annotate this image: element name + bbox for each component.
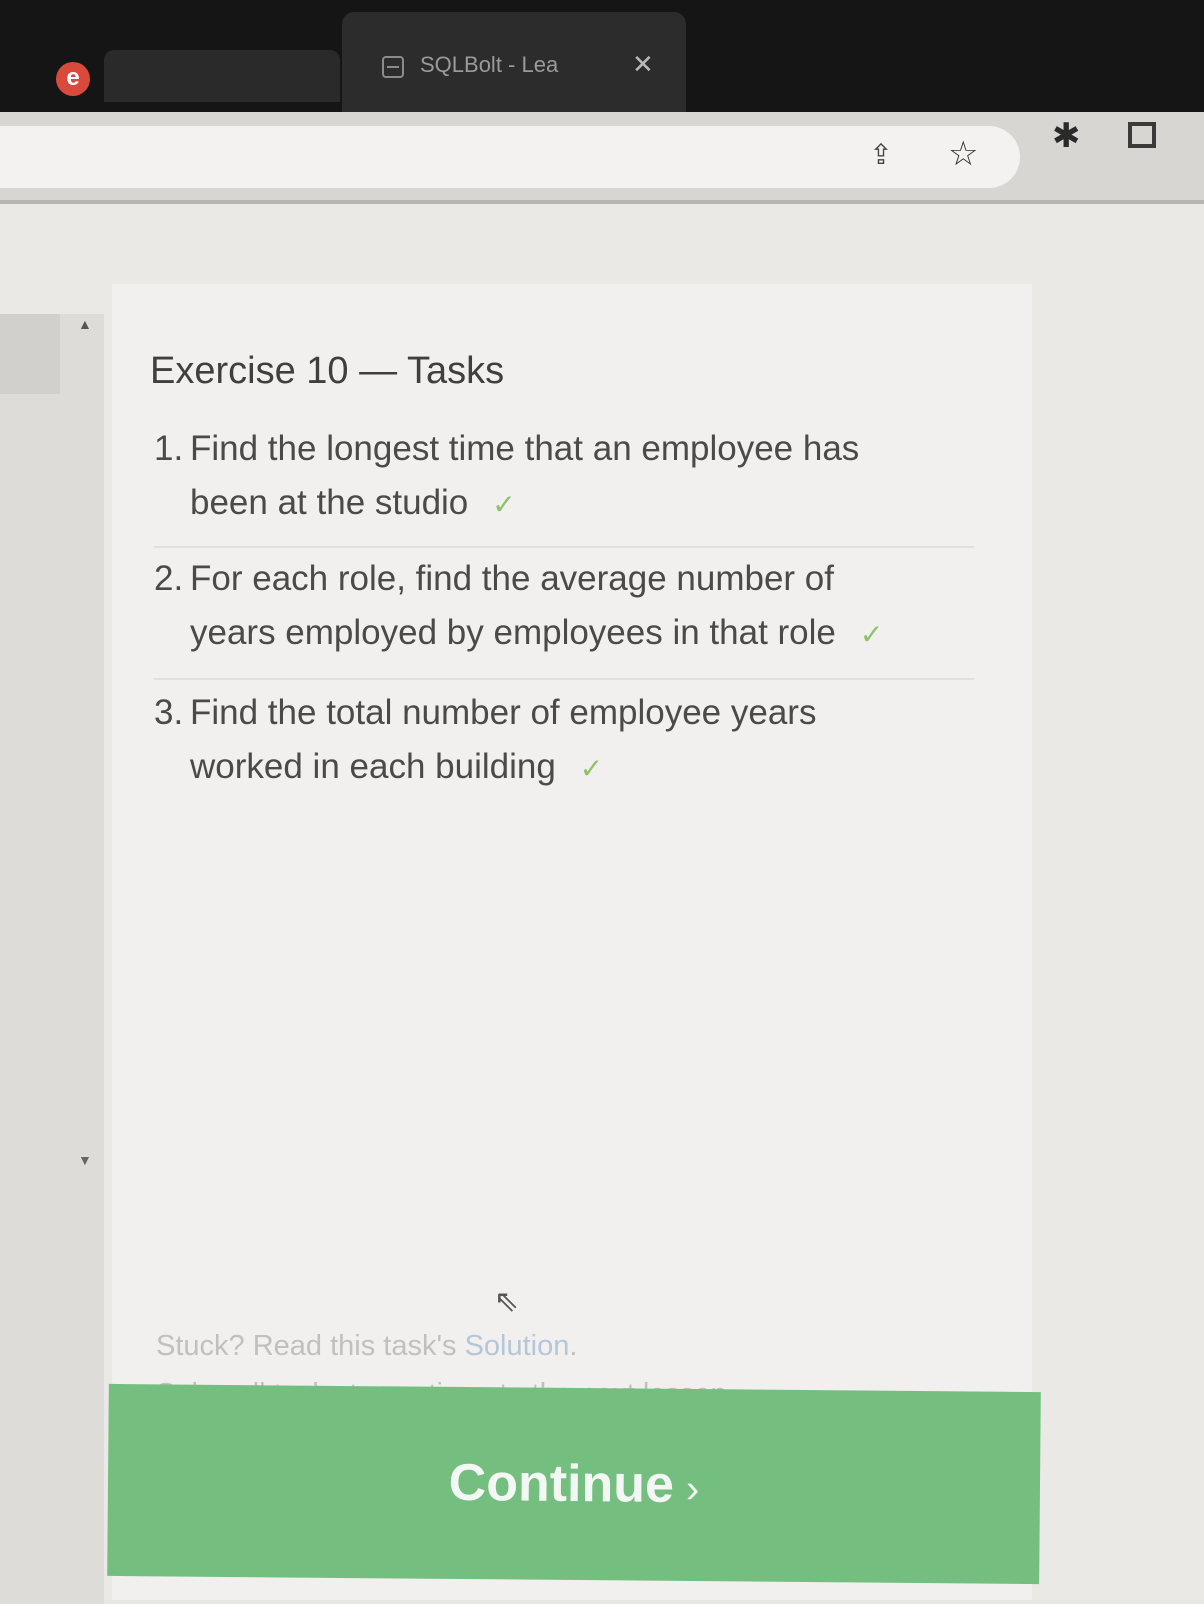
check-icon: ✓ [492,489,516,520]
stuck-hint: Stuck? Read this task's Solution. [156,1330,577,1363]
scroll-down-arrow-icon[interactable]: ▼ [78,1152,92,1168]
task-text: years employed by employees in that role [190,613,836,652]
address-bar[interactable]: ⇪ ☆ [0,126,1020,188]
exercise-title: Exercise 10 — Tasks [150,350,505,392]
task-number: 2. [154,559,184,598]
lesson-sidebar [0,314,104,1604]
divider [154,546,974,548]
mouse-pointer-icon: ⇖ [494,1285,520,1318]
active-tab[interactable]: SQLBolt - Lea ✕ [342,12,686,112]
share-icon[interactable]: ⇪ [866,140,896,170]
browser-tab-strip: e SQLBolt - Lea ✕ [0,0,1204,112]
task-text: For each role, find the average number o… [190,559,834,598]
star-icon[interactable]: ☆ [948,136,978,172]
check-icon: ✓ [859,619,884,650]
inactive-tab[interactable] [104,50,340,102]
tab-title: SQLBolt - Lea [420,52,559,77]
task-item: 3. Find the total number of employee year… [154,686,974,796]
scroll-up-arrow-icon[interactable]: ▲ [78,316,92,332]
task-text: Find the total number of employee years [190,693,817,732]
browser-toolbar: ⇪ ☆ [0,112,1204,204]
task-text: Find the longest time that an employee h… [190,429,860,468]
solution-link[interactable]: Solution [465,1330,570,1362]
stuck-hint-text: Stuck? Read this task's [156,1330,465,1362]
sidebar-active-item[interactable] [0,314,60,394]
stuck-hint-period: . [569,1330,578,1362]
task-item: 2. For each role, find the average number… [154,552,974,662]
window-icon[interactable] [1128,122,1156,148]
task-text: been at the studio [190,483,469,522]
close-icon[interactable]: ✕ [632,49,654,80]
browser-logo-icon[interactable]: e [56,62,90,96]
continue-button[interactable]: Continue › [107,1383,1041,1585]
extensions-puzzle-icon[interactable]: ✱ [1052,116,1081,156]
task-text: worked in each building [190,747,556,786]
chevron-right-icon: › [685,1466,700,1512]
continue-label: Continue [448,1453,675,1514]
task-item: 1. Find the longest time that an employee… [154,422,974,532]
divider [154,678,974,680]
task-number: 1. [154,429,184,468]
check-icon: ✓ [579,753,604,784]
task-number: 3. [154,693,184,732]
database-icon [382,56,404,78]
